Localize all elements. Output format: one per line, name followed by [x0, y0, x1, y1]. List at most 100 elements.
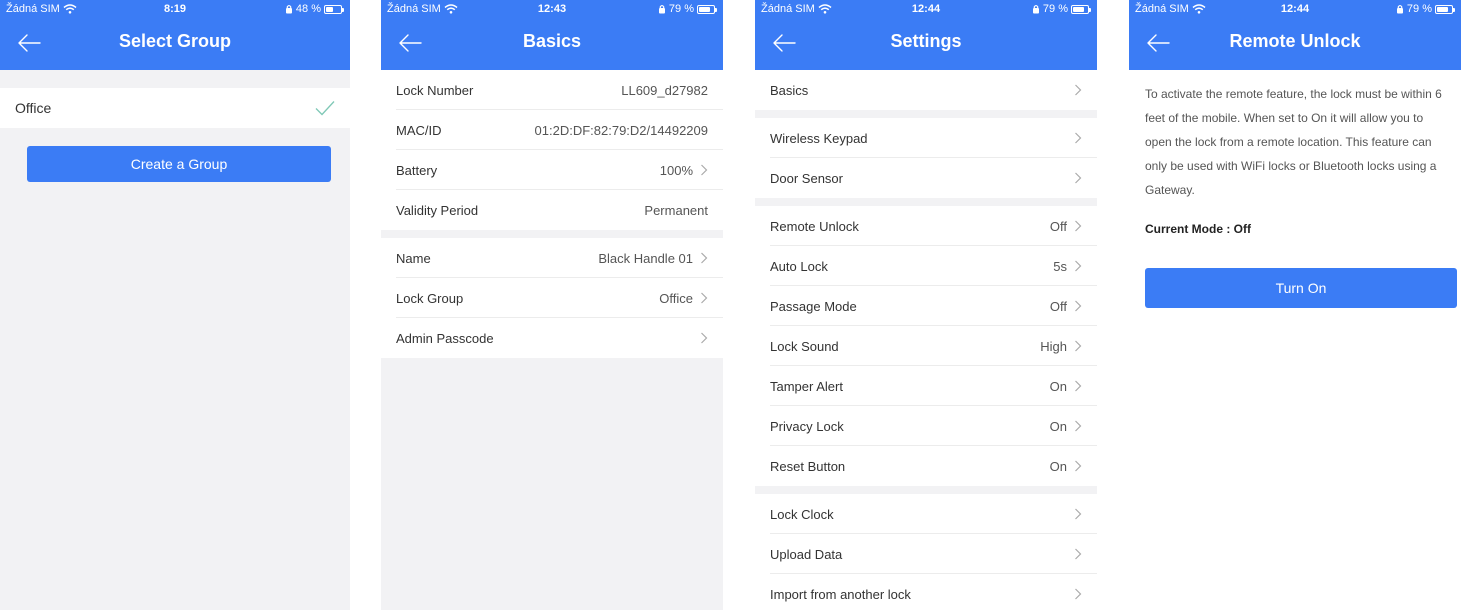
settings-row-remote-unlock[interactable]: Remote Unlock Off: [755, 206, 1097, 246]
current-mode-label: Current Mode : Off: [1145, 222, 1251, 236]
row-value: Black Handle 01: [598, 250, 693, 266]
battery-fill: [1437, 6, 1449, 12]
row-label: Basics: [770, 82, 809, 98]
group-item-office[interactable]: Office: [0, 88, 350, 128]
row-lock-group[interactable]: Lock Group Office: [381, 278, 723, 318]
back-arrow-icon[interactable]: [16, 32, 42, 54]
status-time: 12:44: [1280, 3, 1310, 15]
settings-row-basics[interactable]: Basics: [755, 70, 1097, 110]
row-label: Validity Period: [396, 202, 479, 218]
row-label: Lock Group: [396, 290, 464, 306]
chevron-right-icon: [700, 252, 708, 264]
settings-row-upload-data[interactable]: Upload Data: [755, 534, 1097, 574]
settings-row-tamper-alert[interactable]: Tamper Alert On: [755, 366, 1097, 406]
row-value: Off: [1049, 298, 1067, 314]
screen-remote-unlock: Žádná SIM 12:44 79 % Remote Unlock To ac…: [1129, 0, 1461, 610]
settings-row-reset-button[interactable]: Reset Button On: [755, 446, 1097, 486]
status-bar: Žádná SIM 12:44 79 %: [1129, 0, 1461, 18]
row-label: Wireless Keypad: [770, 130, 868, 146]
page-title: Select Group: [118, 30, 232, 51]
settings-row-import[interactable]: Import from another lock: [755, 574, 1097, 610]
settings-row-wireless-keypad[interactable]: Wireless Keypad: [755, 118, 1097, 158]
settings-row-door-sensor[interactable]: Door Sensor: [755, 158, 1097, 198]
battery-icon: [1071, 4, 1091, 14]
status-bar: Žádná SIM 12:43 79 %: [381, 0, 723, 18]
checkmark-icon: [315, 101, 335, 116]
battery-percent: 79 %: [668, 3, 694, 15]
battery-percent: 79 %: [1042, 3, 1068, 15]
chevron-right-icon: [700, 292, 708, 304]
row-value: 01:2D:DF:82:79:D2/14492209: [534, 122, 708, 138]
battery-indicator: 79 %: [1032, 3, 1091, 15]
back-arrow-icon[interactable]: [771, 32, 797, 54]
screen-settings: Žádná SIM 12:44 79 % Settings Basics Wir…: [755, 0, 1097, 610]
row-value: Off: [1049, 218, 1067, 234]
chevron-right-icon: [1074, 420, 1082, 432]
settings-row-lock-sound[interactable]: Lock Sound High: [755, 326, 1097, 366]
page-title: Basics: [522, 30, 582, 51]
chevron-right-icon: [1074, 300, 1082, 312]
row-label: MAC/ID: [396, 122, 442, 138]
carrier: Žádná SIM: [387, 3, 458, 15]
row-label: Name: [396, 250, 431, 266]
row-value: On: [1049, 418, 1067, 434]
battery-icon: [324, 4, 344, 14]
battery-fill: [326, 6, 333, 12]
battery-indicator: 79 %: [658, 3, 717, 15]
row-label: Auto Lock: [770, 258, 828, 274]
carrier-label: Žádná SIM: [1135, 3, 1189, 15]
settings-row-lock-clock[interactable]: Lock Clock: [755, 494, 1097, 534]
row-value: Office: [659, 290, 693, 306]
chevron-right-icon: [1074, 84, 1082, 96]
row-label: Reset Button: [770, 458, 846, 474]
turn-on-button[interactable]: Turn On: [1145, 268, 1457, 308]
status-bar: Žádná SIM 8:19 48 %: [0, 0, 350, 18]
chevron-right-icon: [700, 164, 708, 176]
lock-rotation-icon: [285, 4, 293, 14]
row-label: Admin Passcode: [396, 330, 494, 346]
carrier: Žádná SIM: [1135, 3, 1206, 15]
lock-rotation-icon: [1032, 4, 1040, 14]
back-arrow-icon[interactable]: [1145, 32, 1171, 54]
row-battery[interactable]: Battery 100%: [381, 150, 723, 190]
chevron-right-icon: [1074, 460, 1082, 472]
lock-rotation-icon: [1396, 4, 1404, 14]
row-value: On: [1049, 378, 1067, 394]
status-time: 12:43: [537, 3, 567, 15]
status-time: 12:44: [911, 3, 941, 15]
row-name[interactable]: Name Black Handle 01: [381, 238, 723, 278]
settings-row-auto-lock[interactable]: Auto Lock 5s: [755, 246, 1097, 286]
carrier-label: Žádná SIM: [6, 3, 60, 15]
row-label: Upload Data: [770, 546, 843, 562]
chevron-right-icon: [1074, 588, 1082, 600]
battery-percent: 48 %: [295, 3, 321, 15]
settings-row-passage-mode[interactable]: Passage Mode Off: [755, 286, 1097, 326]
chevron-right-icon: [1074, 340, 1082, 352]
carrier: Žádná SIM: [6, 3, 77, 15]
screen-basics: Žádná SIM 12:43 79 % Basics Lock Number L…: [381, 0, 723, 610]
row-validity-period: Validity Period Permanent: [381, 190, 723, 230]
remote-unlock-description: To activate the remote feature, the lock…: [1145, 87, 1442, 197]
chevron-right-icon: [1074, 508, 1082, 520]
wifi-icon: [818, 4, 832, 14]
row-mac-id: MAC/ID 01:2D:DF:82:79:D2/14492209: [381, 110, 723, 150]
row-value: Permanent: [644, 202, 708, 218]
settings-row-privacy-lock[interactable]: Privacy Lock On: [755, 406, 1097, 446]
row-label: Remote Unlock: [770, 218, 859, 234]
row-label: Tamper Alert: [770, 378, 843, 394]
back-arrow-icon[interactable]: [397, 32, 423, 54]
row-label: Door Sensor: [770, 170, 843, 186]
chevron-right-icon: [1074, 548, 1082, 560]
chevron-right-icon: [1074, 220, 1082, 232]
wifi-icon: [1192, 4, 1206, 14]
row-admin-passcode[interactable]: Admin Passcode: [381, 318, 723, 358]
row-label: Privacy Lock: [770, 418, 844, 434]
nav-bar: Remote Unlock: [1129, 18, 1461, 70]
row-label: Import from another lock: [770, 586, 911, 602]
nav-bar: Basics: [381, 18, 723, 70]
wifi-icon: [63, 4, 77, 14]
chevron-right-icon: [1074, 132, 1082, 144]
battery-percent: 79 %: [1406, 3, 1432, 15]
create-group-button[interactable]: Create a Group: [27, 146, 331, 182]
battery-fill: [699, 6, 711, 12]
